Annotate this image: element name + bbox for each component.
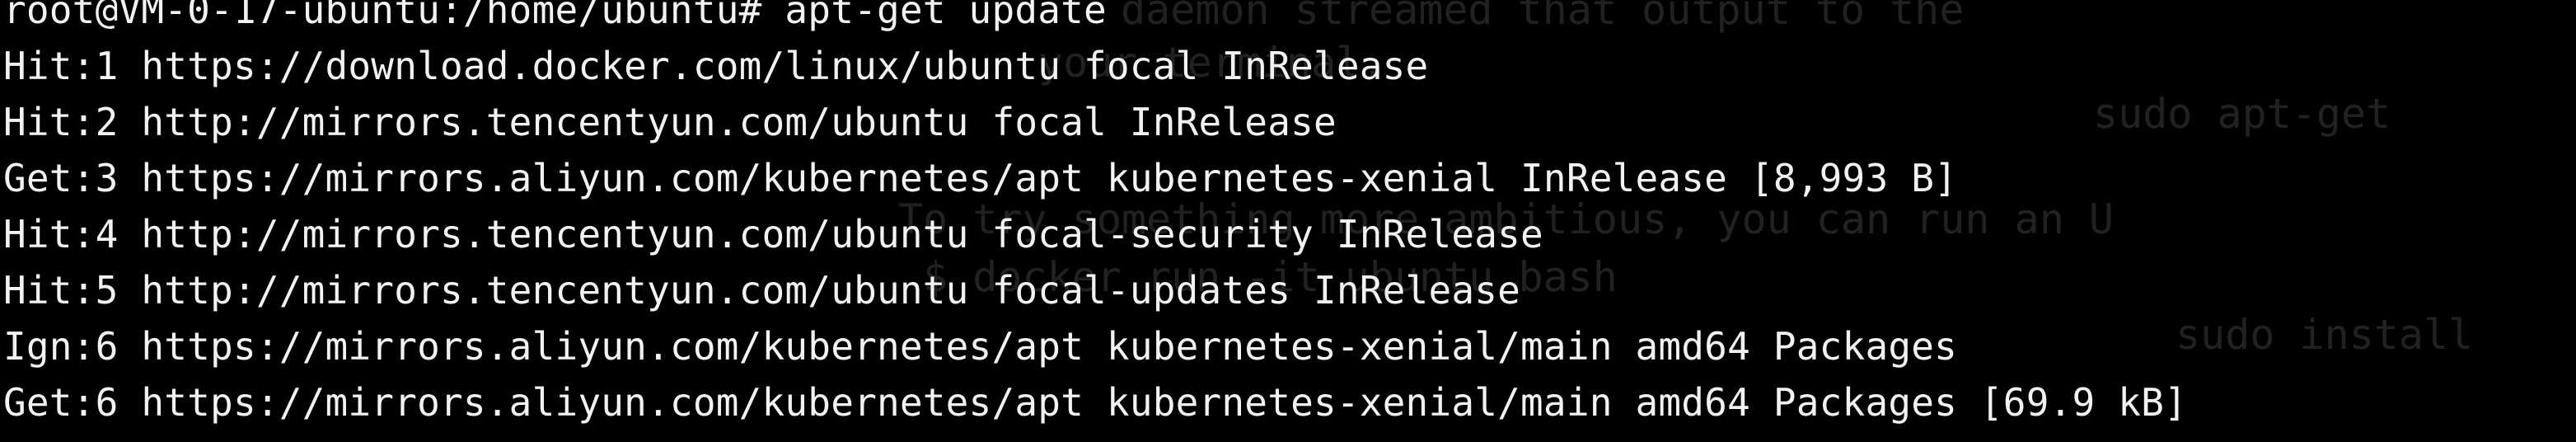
ghost-line: sudo install	[2176, 311, 2474, 359]
output-line: Hit:4 http://mirrors.tencentyun.com/ubun…	[3, 212, 1543, 256]
output-line: Ign:6 https://mirrors.aliyun.com/kuberne…	[3, 324, 1958, 369]
terminal-output[interactable]: root@VM-0-17-ubuntu:/home/ubuntu# apt-ge…	[3, 0, 2187, 430]
output-line: Get:6 https://mirrors.aliyun.com/kuberne…	[3, 380, 2187, 425]
command-prompt-line: root@VM-0-17-ubuntu:/home/ubuntu# apt-ge…	[3, 0, 1107, 32]
output-line: Hit:2 http://mirrors.tencentyun.com/ubun…	[3, 100, 1337, 144]
output-line: Get:3 https://mirrors.aliyun.com/kuberne…	[3, 156, 1958, 200]
output-line: Hit:1 https://download.docker.com/linux/…	[3, 44, 1429, 88]
output-line: Hit:5 http://mirrors.tencentyun.com/ubun…	[3, 268, 1521, 313]
terminal-window[interactable]: daemon streamed that output to the your …	[0, 0, 2576, 442]
